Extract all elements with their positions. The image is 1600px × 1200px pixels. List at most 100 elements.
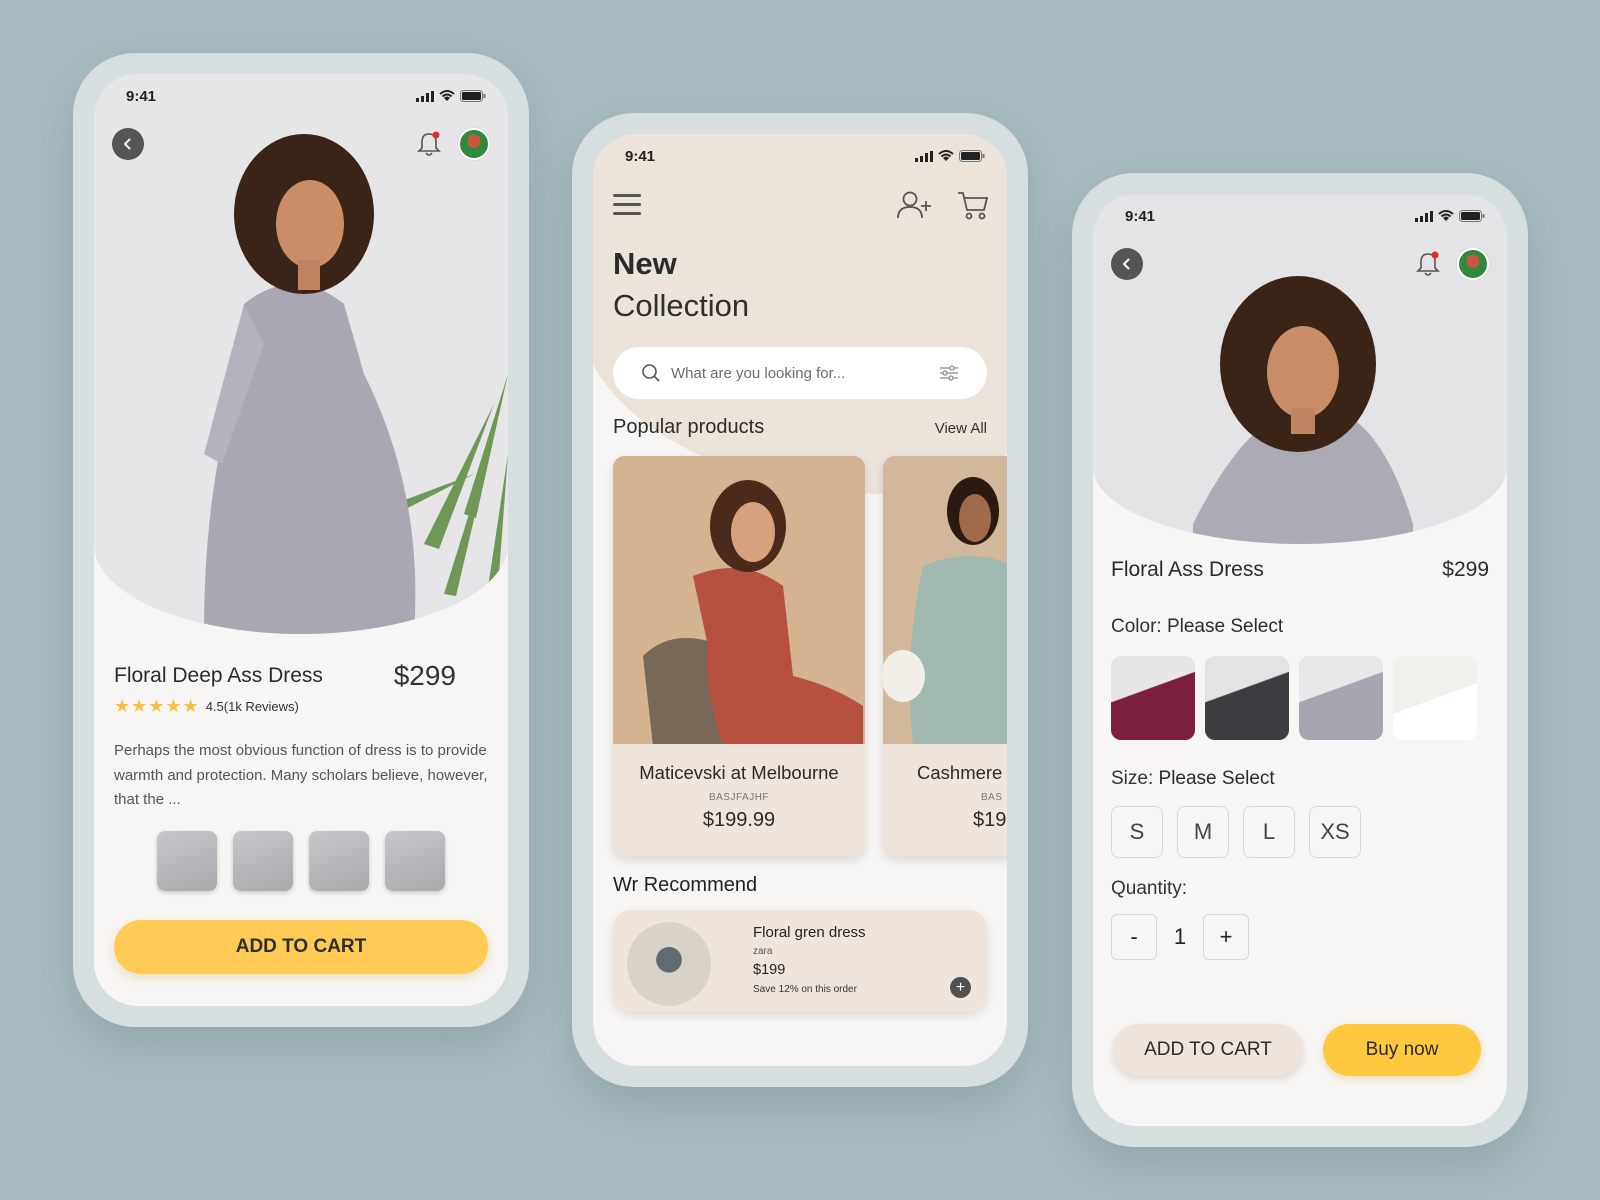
product-sku: BAS [981,792,1003,803]
thumbnail-3[interactable] [309,830,369,891]
product-name: Cashmere [917,762,1003,783]
battery-icon [959,150,985,162]
filter-icon[interactable] [939,365,959,381]
back-button[interactable] [112,128,144,160]
top-right-icons [416,128,490,160]
search-input[interactable]: What are you looking for... [671,365,939,382]
screen: 9:41 Floral Deep Ass Dress $299 ★★★★★ 4.… [94,74,508,1006]
battery-icon [1459,210,1485,222]
quantity-increase-button[interactable]: + [1203,914,1249,960]
menu-icon[interactable] [613,193,643,217]
add-to-cart-button[interactable]: ADD TO CART [1113,1024,1303,1076]
color-label: Color: [1111,616,1162,637]
bell-icon[interactable] [416,130,442,158]
product-card[interactable]: Maticevski at Melbourne BASJFAJHF $199.9… [613,456,865,856]
title-row: Floral Deep Ass Dress $299 [114,660,488,692]
color-swatches [1111,656,1489,740]
product-price: $19 [973,809,1007,831]
status-bar: 9:41 [94,74,508,118]
color-swatch-burgundy[interactable] [1111,656,1195,740]
screen: 9:41 New Collection What are you looking… [593,134,1007,1066]
product-options: Floral Ass Dress $299 Color: Please Sele… [1111,558,1489,960]
screen: 9:41 Floral Ass Dress $299 Color: Please… [1093,194,1507,1126]
popular-header: Popular products View All [613,416,987,439]
status-time: 9:41 [1125,207,1156,225]
buy-now-button[interactable]: Buy now [1323,1024,1481,1076]
product-image [613,456,865,746]
battery-icon [460,90,486,102]
search-bar[interactable]: What are you looking for... [613,347,987,399]
chevron-left-icon [1122,258,1130,270]
size-value: Please Select [1158,768,1275,789]
avatar[interactable] [1457,248,1489,280]
size-option-m[interactable]: M [1177,806,1229,858]
title-row: Floral Ass Dress $299 [1111,558,1489,582]
add-to-cart-button[interactable]: ADD TO CART [114,920,488,974]
bell-icon[interactable] [1415,250,1441,278]
rating-row: ★★★★★ 4.5(1k Reviews) [114,696,488,717]
system-icons [915,150,985,162]
product-price: $199.99 [702,809,776,831]
wifi-icon [938,150,954,161]
color-swatch-charcoal[interactable] [1205,656,1289,740]
rating-text: 4.5(1k Reviews) [205,699,299,714]
recommend-card[interactable]: Floral gren dress zara $199 Save 12% on … [613,910,987,1012]
view-all-link[interactable]: View All [935,420,987,437]
avatar[interactable] [458,128,490,160]
product-price: $299 [393,660,456,691]
quantity-stepper: - 1 + [1111,914,1489,960]
size-label: Size: [1111,768,1154,789]
product-title: Floral Deep Ass Dress [114,664,323,687]
thumbnail-2[interactable] [233,830,293,891]
star-rating-icons: ★★★★★ [114,696,200,716]
action-buttons: ADD TO CART Buy now [1113,1024,1487,1076]
size-option-xs[interactable]: XS [1309,806,1361,858]
add-to-cart-icon[interactable]: + [950,977,971,998]
product-info: Floral Deep Ass Dress $299 ★★★★★ 4.5(1k … [114,660,488,891]
back-button[interactable] [1111,248,1143,280]
product-card[interactable]: Cashmere BAS $19 [883,456,1007,856]
top-bar [1111,248,1489,280]
quantity-label: Quantity: [1111,878,1188,899]
top-right-icons [897,190,989,220]
wifi-icon [1438,210,1454,221]
recommend-price: $199 [753,962,786,978]
chevron-left-icon [123,138,131,150]
signal-icon [1415,210,1433,222]
status-time: 9:41 [126,87,157,105]
phone-product-detail: 9:41 Floral Deep Ass Dress $299 ★★★★★ 4.… [73,53,529,1027]
cart-icon[interactable] [957,190,989,220]
color-swatch-grey[interactable] [1299,656,1383,740]
heading-bold: New [613,246,677,281]
recommend-note: Save 12% on this order [753,984,857,995]
recommend-image [627,922,711,1006]
color-value: Please Select [1166,616,1284,637]
product-image [883,456,1007,744]
system-icons [1415,210,1485,222]
thumbnail-4[interactable] [385,830,445,891]
product-description: Perhaps the most obvious function of dre… [114,742,488,808]
size-label-row: Size: Please Select [1111,768,1489,790]
recommend-title: Wr Recommend [613,874,758,896]
size-option-l[interactable]: L [1243,806,1295,858]
quantity-decrease-button[interactable]: - [1111,914,1157,960]
search-icon [642,364,660,382]
size-options: S M L XS [1111,806,1489,858]
wifi-icon [439,90,455,101]
quantity-value: 1 [1173,924,1187,949]
top-right-icons [1415,248,1489,280]
product-hero-image [1093,194,1507,544]
status-bar: 9:41 [593,134,1007,178]
heading-light: Collection [613,288,750,323]
signal-icon [416,90,434,102]
top-bar [613,190,989,220]
add-user-icon[interactable] [897,191,933,219]
product-price: $299 [1442,558,1489,581]
color-label-row: Color: Please Select [1111,616,1489,638]
thumbnail-1[interactable] [157,830,217,891]
thumbnail-strip [114,830,488,891]
size-option-s[interactable]: S [1111,806,1163,858]
popular-title: Popular products [613,416,765,438]
color-swatch-white[interactable] [1393,656,1477,740]
recommend-name: Floral gren dress [753,924,866,941]
